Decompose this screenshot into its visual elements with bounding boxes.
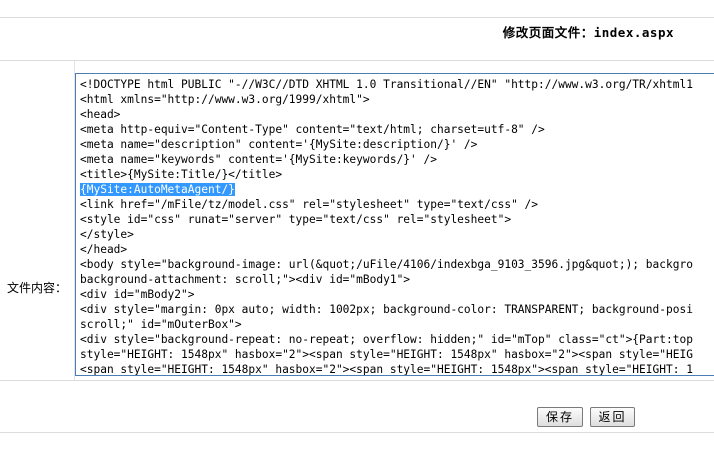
code-line: <body style="background-image: url(&quot… (80, 258, 693, 271)
code-line: <style id="css" runat="server" type="tex… (80, 213, 512, 226)
title-row: 修改页面文件：index.aspx (0, 0, 714, 60)
code-line: <span style="HEIGHT: 1548px" hasbox="2">… (80, 363, 693, 376)
header-divider (0, 60, 714, 61)
code-line: style="HEIGHT: 1548px" hasbox="2"><span … (80, 348, 693, 361)
code-line: <meta http-equiv="Content-Type" content=… (80, 123, 545, 136)
file-content-textarea[interactable]: <!DOCTYPE html PUBLIC "-//W3C//DTD XHTML… (75, 73, 714, 376)
button-row: 保存 返回 (0, 399, 714, 433)
code-line: </style> (80, 228, 134, 241)
edit-page-file-form: 修改页面文件：index.aspx 文件内容： <!DOCTYPE html P… (0, 0, 714, 449)
code-line: <meta name="keywords" content='{MySite:k… (80, 153, 437, 166)
content-divider (0, 380, 714, 381)
back-button[interactable]: 返回 (590, 407, 635, 427)
top-divider (0, 17, 714, 18)
code-line: scroll;" id="mOuterBox"> (80, 318, 242, 331)
page-title-prefix: 修改页面文件： (502, 25, 594, 40)
code-text[interactable]: <!DOCTYPE html PUBLIC "-//W3C//DTD XHTML… (76, 74, 714, 376)
save-button[interactable]: 保存 (537, 407, 583, 427)
code-line: <!DOCTYPE html PUBLIC "-//W3C//DTD XHTML… (80, 78, 693, 91)
code-line: <div id="mBody2"> (80, 288, 195, 301)
code-line: background-attachment: scroll;"><div id=… (80, 273, 411, 286)
code-line: <title>{MySite:Title/}</title> (80, 168, 283, 181)
code-line: <html xmlns="http://www.w3.org/1999/xhtm… (80, 93, 370, 106)
code-line: {MySite:AutoMetaAgent/} (80, 182, 714, 197)
page-title-filename: index.aspx (593, 25, 674, 40)
selected-text: {MySite:AutoMetaAgent/} (80, 183, 235, 196)
code-line: <meta name="description" content='{MySit… (80, 138, 478, 151)
page-title: 修改页面文件：index.aspx (503, 22, 674, 41)
code-line: <head> (80, 108, 121, 121)
label-column: 文件内容： (0, 61, 75, 380)
file-content-label: 文件内容： (7, 281, 68, 295)
bottom-divider (0, 432, 714, 433)
code-line: <div style="margin: 0px auto; width: 100… (80, 303, 693, 316)
code-line: <link href="/mFile/tz/model.css" rel="st… (80, 198, 539, 211)
code-line: <div style="background-repeat: no-repeat… (80, 333, 693, 346)
code-line: </head> (80, 243, 128, 256)
